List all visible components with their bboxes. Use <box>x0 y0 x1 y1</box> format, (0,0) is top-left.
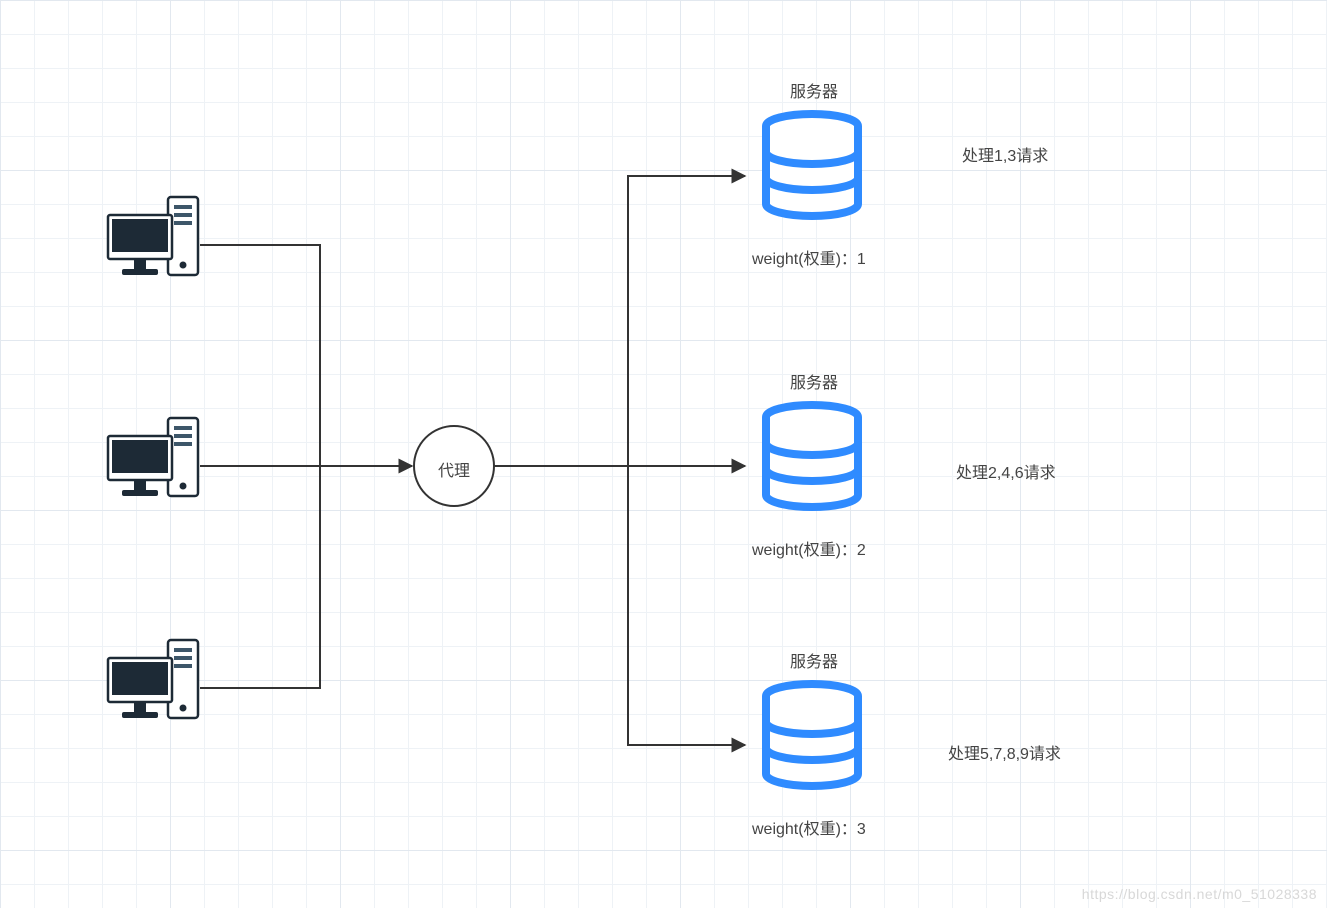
server-weight-3: weight(权重)：3 <box>752 815 866 839</box>
client-computer-1 <box>108 197 198 275</box>
server-icon-3 <box>766 684 858 786</box>
server-weight-1: weight(权重)：1 <box>752 245 866 269</box>
edge-client3 <box>200 466 320 688</box>
server-title-1: 服务器 <box>790 78 838 102</box>
server-title-3: 服务器 <box>790 648 838 672</box>
client-computer-3 <box>108 640 198 718</box>
server-title-2: 服务器 <box>790 369 838 393</box>
server-handles-3: 处理5,7,8,9请求 <box>948 740 1061 764</box>
edge-to-server3 <box>628 466 745 745</box>
server-weight-2: weight(权重)：2 <box>752 536 866 560</box>
client-computer-2 <box>108 418 198 496</box>
watermark: https://blog.csdn.net/m0_51028338 <box>1082 886 1317 902</box>
edge-to-server1 <box>628 176 745 466</box>
server-handles-1: 处理1,3请求 <box>962 142 1048 166</box>
server-icon-1 <box>766 114 858 216</box>
edge-client1 <box>200 245 320 466</box>
server-icon-2 <box>766 405 858 507</box>
server-handles-2: 处理2,4,6请求 <box>956 459 1056 483</box>
diagram-canvas <box>0 0 1327 908</box>
proxy-label: 代理 <box>438 457 470 481</box>
